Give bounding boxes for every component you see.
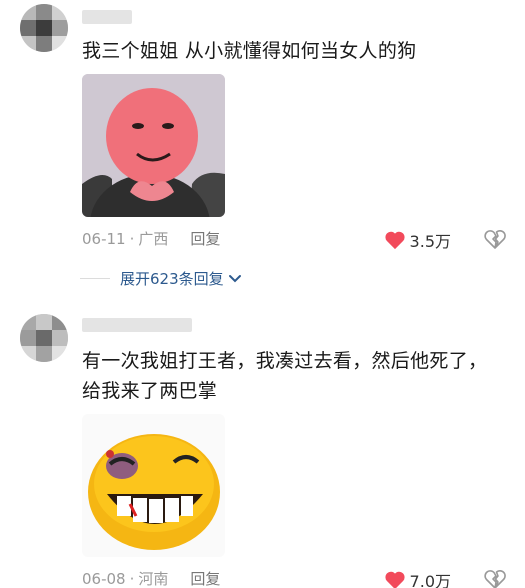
comment-text: 有一次我姐打王者，我凑过去看，然后他死了，给我来了两巴掌 (82, 350, 488, 402)
heart-icon (384, 231, 405, 250)
yellow-grin-sticker[interactable] (82, 414, 225, 557)
comment-meta: 06-11 · 广西 回复 (82, 228, 220, 249)
expand-replies-label: 展开623条回复 (120, 270, 224, 288)
like-button[interactable]: 3.5万 (384, 228, 451, 252)
meta-separator: · (129, 229, 135, 248)
username-blurred[interactable] (82, 10, 132, 24)
comment-location: 广西 (138, 230, 169, 248)
comment-location: 河南 (138, 570, 169, 588)
comment-date: 06-11 (82, 229, 126, 248)
chevron-down-icon (228, 274, 241, 282)
avatar[interactable] (20, 314, 68, 362)
comment-text: 我三个姐姐 从小就懂得如何当女人的狗 (82, 40, 417, 62)
like-count: 3.5万 (409, 232, 451, 251)
broken-heart-icon (484, 230, 506, 249)
broken-heart-icon (484, 570, 506, 588)
comment-meta: 06-08 · 河南 回复 (82, 568, 220, 588)
reply-button[interactable]: 回复 (190, 228, 220, 249)
like-count: 7.0万 (409, 572, 451, 588)
meta-separator: · (129, 569, 135, 588)
expand-replies-button[interactable]: 展开623条回复 (80, 268, 242, 289)
dislike-button[interactable] (483, 228, 507, 254)
avatar[interactable] (20, 4, 68, 52)
username-blurred[interactable] (82, 318, 192, 332)
dislike-button[interactable] (483, 568, 507, 588)
like-button[interactable]: 7.0万 (384, 568, 451, 588)
reply-button[interactable]: 回复 (190, 568, 220, 588)
pink-face-sticker[interactable] (82, 74, 225, 217)
comment-date: 06-08 (82, 569, 126, 588)
heart-icon (384, 571, 405, 588)
divider (80, 278, 110, 279)
